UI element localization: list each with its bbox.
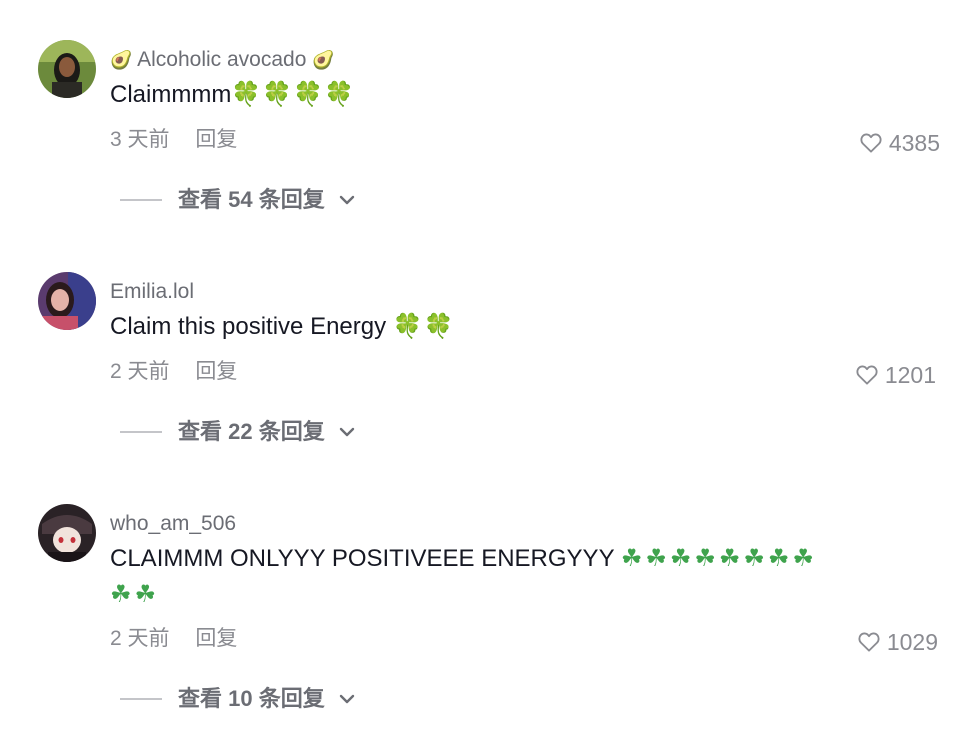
view-replies-label: 查看 10 条回复 [178,686,325,711]
reply-button[interactable]: 回复 [195,627,237,650]
username[interactable]: who_am_506 [110,511,236,537]
chevron-down-icon [339,693,355,705]
avatar[interactable] [38,504,96,562]
comment-meta: 2 天前 回复 [110,626,237,652]
divider-line [120,698,162,700]
comment-text: CLAIMMM ONLYYY POSITIVEEE ENERGYYY ☘☘☘☘☘… [110,541,840,613]
comment-body: CLAIMMM ONLYYY POSITIVEEE ENERGYYY [110,545,621,572]
like-button[interactable]: 1029 [858,629,938,655]
username-text: who_am_506 [110,512,237,535]
heart-outline-icon [858,632,880,652]
view-replies-button[interactable]: 查看 10 条回复 [120,685,355,713]
timestamp: 2 天前 [110,627,170,650]
comment-item: who_am_506 CLAIMMM ONLYYY POSITIVEEE ENE… [0,0,960,740]
like-count: 1029 [886,629,938,655]
